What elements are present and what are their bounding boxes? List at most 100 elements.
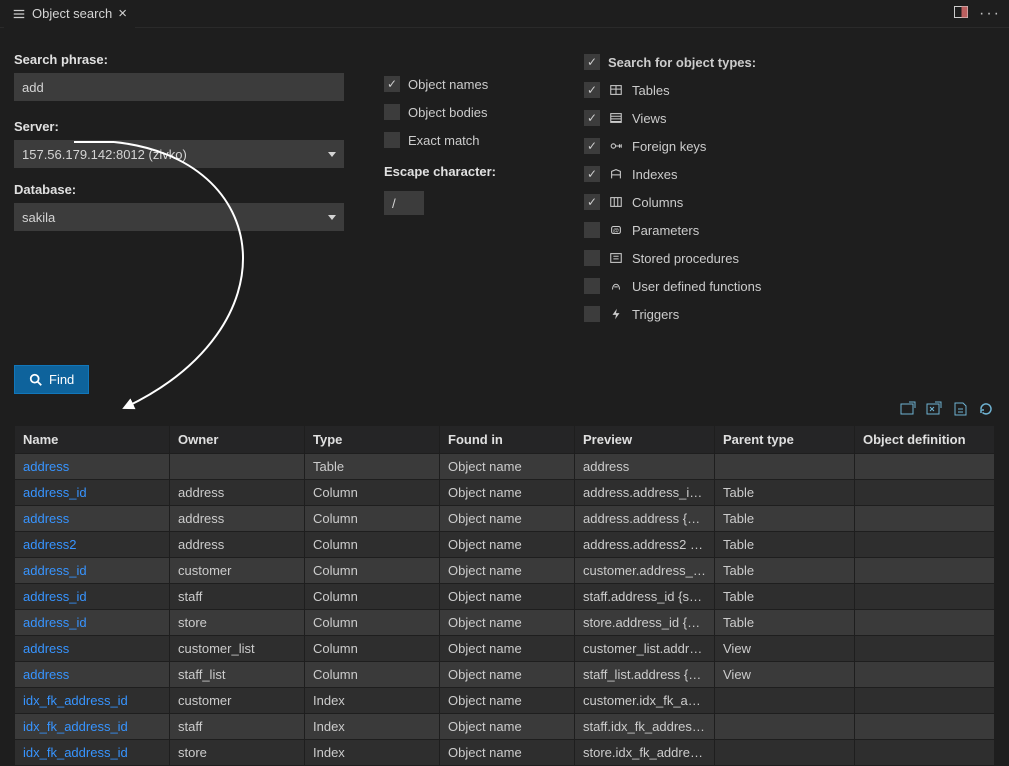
column-header[interactable]: Name [15, 426, 170, 454]
escape-char-input[interactable] [384, 191, 424, 215]
object-name-link[interactable]: address_id [23, 485, 87, 500]
checkbox-icon [584, 110, 600, 126]
table-row[interactable]: addressTableObject nameaddress [15, 454, 995, 480]
object-name-link[interactable]: idx_fk_address_id [23, 693, 128, 708]
table-row[interactable]: addressaddressColumnObject nameaddress.a… [15, 506, 995, 532]
type-checkbox-foreign-keys[interactable]: Foreign keys [584, 132, 995, 160]
close-icon[interactable]: × [118, 6, 127, 21]
types-header-row[interactable]: Search for object types: [584, 48, 995, 76]
cell-found: Object name [440, 610, 575, 636]
type-label: Stored procedures [632, 251, 739, 266]
cell-owner: store [170, 740, 305, 766]
cell-owner: address [170, 532, 305, 558]
table-icon [608, 82, 624, 98]
checkbox-icon [584, 306, 600, 322]
checkbox-label: Exact match [408, 133, 480, 148]
cell-parent: Table [715, 610, 855, 636]
cell-type: Index [305, 740, 440, 766]
results-toolbar [0, 394, 1009, 425]
cell-parent: Table [715, 532, 855, 558]
cell-type: Index [305, 688, 440, 714]
cell-preview: customer.idx_fk_a… [575, 688, 715, 714]
chevron-down-icon [328, 152, 336, 157]
refresh-icon[interactable] [977, 400, 995, 421]
object-name-link[interactable]: address [23, 641, 69, 656]
export-excel-icon[interactable] [925, 400, 943, 421]
cell-owner: customer [170, 558, 305, 584]
type-checkbox-triggers[interactable]: Triggers [584, 300, 995, 328]
type-checkbox-views[interactable]: Views [584, 104, 995, 132]
table-row[interactable]: address_idstaffColumnObject namestaff.ad… [15, 584, 995, 610]
object-name-link[interactable]: address [23, 459, 69, 474]
search-phrase-input[interactable] [14, 73, 344, 101]
column-header[interactable]: Parent type [715, 426, 855, 454]
cell-preview: customer_list.addr… [575, 636, 715, 662]
list-icon [12, 7, 26, 21]
object-name-link[interactable]: address [23, 667, 69, 682]
type-checkbox-user-defined-functions[interactable]: User defined functions [584, 272, 995, 300]
escape-char-label: Escape character: [384, 164, 544, 179]
object-name-link[interactable]: address [23, 511, 69, 526]
type-label: Foreign keys [632, 139, 706, 154]
checkbox-object-bodies[interactable]: Object bodies [384, 98, 544, 126]
database-select[interactable]: sakila [14, 203, 344, 231]
tab-bar: Object search × ··· [0, 0, 1009, 28]
column-header[interactable]: Preview [575, 426, 715, 454]
object-name-link[interactable]: address_id [23, 615, 87, 630]
cell-preview: staff_list.address {… [575, 662, 715, 688]
export-csv-icon[interactable] [899, 400, 917, 421]
script-icon[interactable] [951, 400, 969, 421]
results-table: NameOwnerTypeFound inPreviewParent typeO… [14, 425, 995, 766]
column-header[interactable]: Object definition [855, 426, 995, 454]
type-checkbox-stored-procedures[interactable]: Stored procedures [584, 244, 995, 272]
cell-type: Column [305, 558, 440, 584]
object-name-link[interactable]: address_id [23, 589, 87, 604]
table-row[interactable]: addressstaff_listColumnObject namestaff_… [15, 662, 995, 688]
table-row[interactable]: address_idaddressColumnObject nameaddres… [15, 480, 995, 506]
server-label: Server: [14, 119, 344, 134]
table-row[interactable]: addresscustomer_listColumnObject namecus… [15, 636, 995, 662]
param-icon: @ [608, 222, 624, 238]
checkbox-exact-match[interactable]: Exact match [384, 126, 544, 154]
object-name-link[interactable]: address_id [23, 563, 87, 578]
table-row[interactable]: idx_fk_address_idstaffIndexObject namest… [15, 714, 995, 740]
cell-type: Column [305, 662, 440, 688]
cell-type: Column [305, 584, 440, 610]
type-checkbox-tables[interactable]: Tables [584, 76, 995, 104]
type-checkbox-indexes[interactable]: Indexes [584, 160, 995, 188]
object-name-link[interactable]: idx_fk_address_id [23, 719, 128, 734]
checkbox-icon [584, 194, 600, 210]
type-checkbox-parameters[interactable]: @ Parameters [584, 216, 995, 244]
table-row[interactable]: address2addressColumnObject nameaddress.… [15, 532, 995, 558]
column-header[interactable]: Owner [170, 426, 305, 454]
cell-preview: staff.address_id {s… [575, 584, 715, 610]
cell-parent: Table [715, 558, 855, 584]
table-row[interactable]: idx_fk_address_idcustomerIndexObject nam… [15, 688, 995, 714]
object-name-link[interactable]: idx_fk_address_id [23, 745, 128, 760]
object-name-link[interactable]: address2 [23, 537, 76, 552]
column-header[interactable]: Found in [440, 426, 575, 454]
type-label: Parameters [632, 223, 699, 238]
cell-def [855, 506, 995, 532]
cell-preview: address [575, 454, 715, 480]
cell-parent: View [715, 636, 855, 662]
checkbox-icon [384, 76, 400, 92]
search-icon [29, 373, 43, 387]
index-icon [608, 166, 624, 182]
find-button[interactable]: Find [14, 365, 89, 394]
checkbox-object-names[interactable]: Object names [384, 70, 544, 98]
cell-def [855, 636, 995, 662]
cell-found: Object name [440, 480, 575, 506]
checkbox-label: Object bodies [408, 105, 488, 120]
table-row[interactable]: idx_fk_address_idstoreIndexObject namest… [15, 740, 995, 766]
table-row[interactable]: address_idstoreColumnObject namestore.ad… [15, 610, 995, 636]
cell-type: Column [305, 610, 440, 636]
server-select[interactable]: 157.56.179.142:8012 (zivko) [14, 140, 344, 168]
more-icon[interactable]: ··· [979, 5, 1001, 23]
database-label: Database: [14, 182, 344, 197]
table-row[interactable]: address_idcustomerColumnObject namecusto… [15, 558, 995, 584]
tab-object-search[interactable]: Object search × [4, 0, 135, 28]
column-header[interactable]: Type [305, 426, 440, 454]
panel-layout-icon[interactable] [953, 4, 969, 23]
type-checkbox-columns[interactable]: Columns [584, 188, 995, 216]
